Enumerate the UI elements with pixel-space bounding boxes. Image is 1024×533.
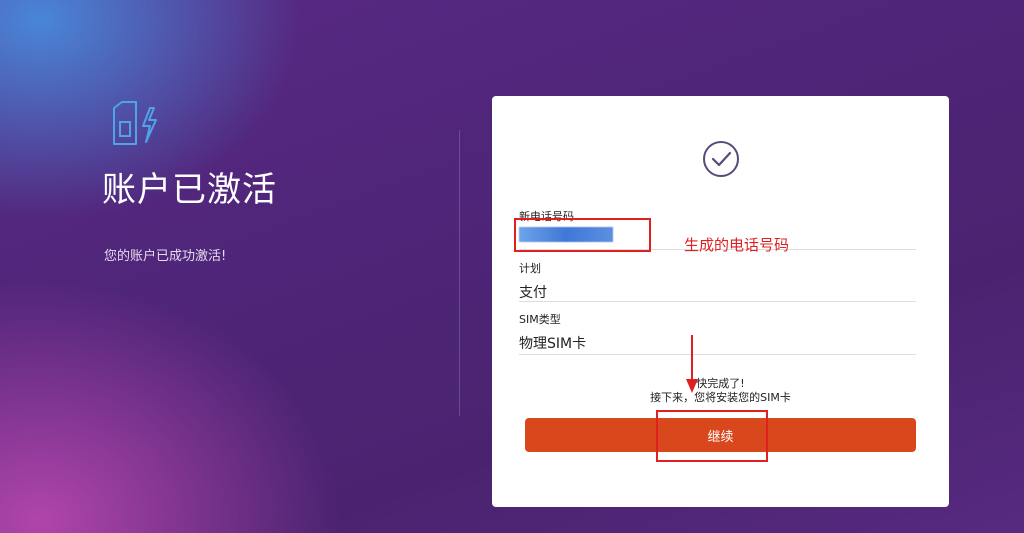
sim-type-field: SIM类型 物理SIM卡: [519, 311, 916, 355]
plan-field: 计划 支付: [519, 260, 916, 302]
sim-card-lightning-icon: [113, 101, 157, 145]
page-subtitle: 您的账户已成功激活!: [104, 249, 227, 264]
sim-type-value: 物理SIM卡: [519, 336, 587, 352]
completion-message: 快完成了! 接下来，您将安装您的SIM卡: [492, 377, 949, 405]
sim-type-label: SIM类型: [519, 313, 561, 326]
completion-line-2: 接下来，您将安装您的SIM卡: [650, 391, 791, 404]
plan-label: 计划: [519, 262, 541, 275]
checkmark-circle-icon: [703, 141, 739, 177]
plan-value: 支付: [519, 285, 547, 301]
vertical-divider: [459, 130, 460, 416]
page-title: 账户已激活: [102, 170, 277, 210]
annotation-box-continue: [656, 410, 768, 462]
annotation-arrow-icon: [686, 335, 698, 393]
annotation-phone-note: 生成的电话号码: [684, 236, 790, 254]
completion-line-1: 快完成了!: [696, 377, 745, 390]
annotation-box-phone: [514, 218, 651, 252]
